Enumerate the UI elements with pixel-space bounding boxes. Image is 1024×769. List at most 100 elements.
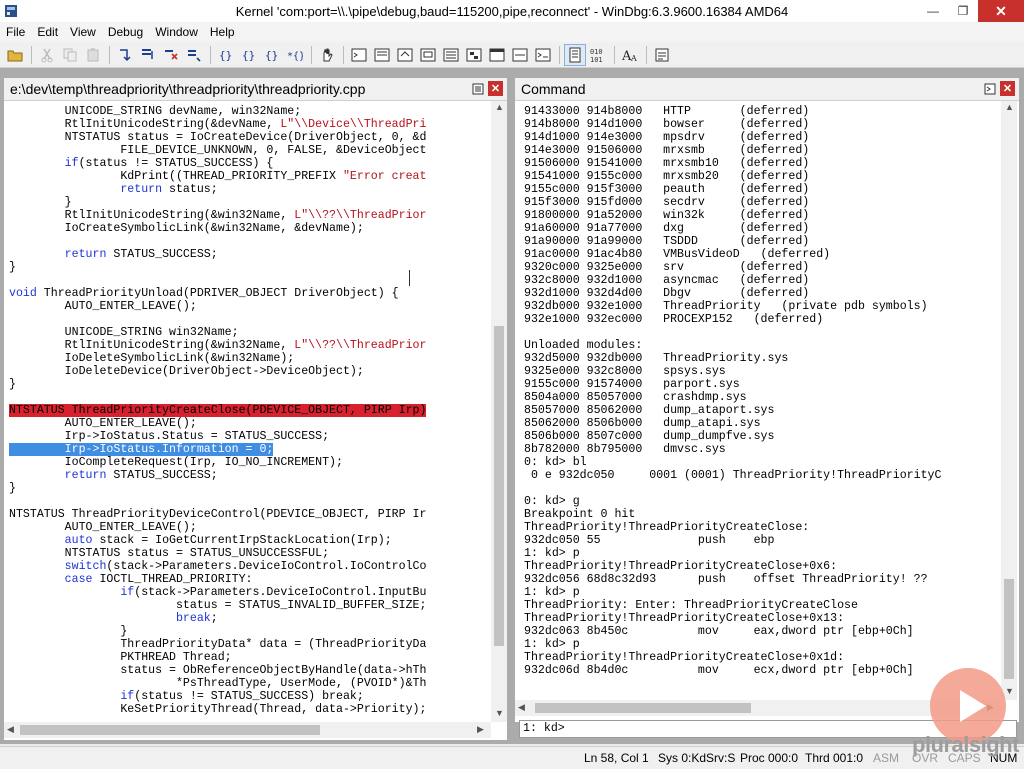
command-vertical-scroll-thumb[interactable] bbox=[1004, 579, 1014, 679]
source-line[interactable]: status = STATUS_INVALID_BUFFER_SIZE; bbox=[9, 599, 489, 612]
menu-edit[interactable]: Edit bbox=[31, 25, 64, 39]
source-line[interactable]: Irp->IoStatus.Status = STATUS_SUCCESS; bbox=[9, 430, 489, 443]
source-line[interactable]: auto stack = IoGetCurrentIrpStackLocatio… bbox=[9, 534, 489, 547]
menu-help[interactable]: Help bbox=[204, 25, 241, 39]
source-horizontal-scrollbar[interactable]: ◀ ▶ bbox=[4, 722, 491, 738]
source-line[interactable]: if(status != STATUS_SUCCESS) break; bbox=[9, 690, 489, 703]
source-line[interactable]: if(status != STATUS_SUCCESS) { bbox=[9, 157, 489, 170]
scroll-down-arrow-icon[interactable]: ▼ bbox=[495, 708, 504, 718]
source-line[interactable]: NTSTATUS status = STATUS_UNSUCCESSFUL; bbox=[9, 547, 489, 560]
locals-window-icon[interactable] bbox=[394, 44, 416, 66]
source-vertical-scroll-thumb[interactable] bbox=[494, 326, 504, 646]
menu-file[interactable]: File bbox=[0, 25, 31, 39]
source-line[interactable]: RtlInitUnicodeString(&win32Name, L"\\??\… bbox=[9, 339, 489, 352]
call-stack-window-icon[interactable] bbox=[463, 44, 485, 66]
source-line[interactable] bbox=[9, 391, 489, 404]
font-icon[interactable]: AA bbox=[619, 44, 641, 66]
source-line[interactable]: } bbox=[9, 482, 489, 495]
source-line[interactable]: *PsThreadType, UserMode, (PVOID*)&Th bbox=[9, 677, 489, 690]
open-folder-icon[interactable] bbox=[4, 44, 26, 66]
command-horizontal-scroll-thumb[interactable] bbox=[535, 703, 751, 713]
scratch-pad-icon[interactable] bbox=[509, 44, 531, 66]
source-line[interactable]: KdPrint((THREAD_PRIORITY_PREFIX "Error c… bbox=[9, 170, 489, 183]
source-line[interactable]: NTSTATUS ThreadPriorityDeviceControl(PDE… bbox=[9, 508, 489, 521]
minimize-button[interactable]: — bbox=[918, 0, 948, 22]
step-over-braces-icon[interactable]: {} bbox=[238, 44, 260, 66]
memory-window-icon[interactable] bbox=[440, 44, 462, 66]
source-line[interactable]: IoCreateSymbolicLink(&win32Name, &devNam… bbox=[9, 222, 489, 235]
source-line[interactable] bbox=[9, 313, 489, 326]
command-window-menu-icon[interactable] bbox=[982, 81, 997, 96]
step-into-icon[interactable] bbox=[114, 44, 136, 66]
source-line[interactable] bbox=[9, 235, 489, 248]
source-line[interactable]: void ThreadPriorityUnload(PDRIVER_OBJECT… bbox=[9, 287, 489, 300]
source-horizontal-scroll-thumb[interactable] bbox=[20, 725, 320, 735]
source-line[interactable]: UNICODE_STRING devName, win32Name; bbox=[9, 105, 489, 118]
step-over-icon[interactable] bbox=[137, 44, 159, 66]
source-line[interactable]: RtlInitUnicodeString(&devName, L"\\Devic… bbox=[9, 118, 489, 131]
menu-window[interactable]: Window bbox=[149, 25, 204, 39]
source-line[interactable]: case IOCTL_THREAD_PRIORITY: bbox=[9, 573, 489, 586]
go-icon[interactable] bbox=[183, 44, 205, 66]
source-line[interactable]: switch(stack->Parameters.DeviceIoControl… bbox=[9, 560, 489, 573]
close-button[interactable]: ✕ bbox=[978, 0, 1024, 22]
source-vertical-scrollbar[interactable]: ▲ ▼ bbox=[491, 101, 507, 722]
source-mode-icon[interactable] bbox=[564, 43, 586, 66]
source-line[interactable]: status = ObReferenceObjectByHandle(data-… bbox=[9, 664, 489, 677]
source-line[interactable]: } bbox=[9, 196, 489, 209]
source-line[interactable]: UNICODE_STRING win32Name; bbox=[9, 326, 489, 339]
source-line[interactable]: } bbox=[9, 378, 489, 391]
command-vertical-scrollbar[interactable]: ▲ ▼ bbox=[1001, 101, 1017, 700]
command-output[interactable]: 91433000 914b8000 HTTP (deferred) 914b800… bbox=[524, 105, 996, 690]
source-line[interactable]: break; bbox=[9, 612, 489, 625]
source-line[interactable]: KeSetPriorityThread(Thread, data->Priori… bbox=[9, 703, 489, 716]
source-line[interactable]: IoDeleteSymbolicLink(&win32Name); bbox=[9, 352, 489, 365]
command-window-icon[interactable] bbox=[348, 44, 370, 66]
source-line[interactable]: } bbox=[9, 625, 489, 638]
source-line[interactable]: if(stack->Parameters.DeviceIoControl.Inp… bbox=[9, 586, 489, 599]
source-code-view[interactable]: UNICODE_STRING devName, win32Name; RtlIn… bbox=[9, 105, 489, 716]
source-line[interactable]: return STATUS_SUCCESS; bbox=[9, 469, 489, 482]
command-window-close-icon[interactable]: ✕ bbox=[1000, 81, 1015, 96]
source-line[interactable]: return status; bbox=[9, 183, 489, 196]
menu-debug[interactable]: Debug bbox=[102, 25, 149, 39]
watch-window-icon[interactable] bbox=[371, 44, 393, 66]
source-line[interactable]: PKTHREAD Thread; bbox=[9, 651, 489, 664]
scroll-up-arrow-icon[interactable]: ▲ bbox=[495, 102, 504, 112]
scroll-left-arrow-icon[interactable]: ◀ bbox=[7, 724, 14, 735]
source-window-menu-icon[interactable] bbox=[470, 81, 485, 96]
options-icon[interactable] bbox=[651, 44, 673, 66]
scroll-up-arrow-icon[interactable]: ▲ bbox=[1005, 102, 1014, 112]
source-line[interactable]: NTSTATUS ThreadPriorityCreateClose(PDEVI… bbox=[9, 404, 489, 417]
run-to-cursor-icon[interactable]: *{} bbox=[284, 44, 306, 66]
source-line[interactable]: NTSTATUS status = IoCreateDevice(DriverO… bbox=[9, 131, 489, 144]
source-line[interactable]: IoDeleteDevice(DriverObject->DeviceObjec… bbox=[9, 365, 489, 378]
hand-icon[interactable] bbox=[316, 44, 338, 66]
step-into-braces-icon[interactable]: {} bbox=[215, 44, 237, 66]
source-line[interactable]: return STATUS_SUCCESS; bbox=[9, 248, 489, 261]
scroll-right-arrow-icon[interactable]: ▶ bbox=[477, 724, 484, 735]
source-line[interactable]: AUTO_ENTER_LEAVE(); bbox=[9, 417, 489, 430]
source-line[interactable]: AUTO_ENTER_LEAVE(); bbox=[9, 300, 489, 313]
break-icon[interactable] bbox=[160, 44, 182, 66]
restore-button[interactable]: ❐ bbox=[948, 0, 978, 22]
scroll-left-arrow-icon[interactable]: ◀ bbox=[518, 702, 525, 713]
source-line[interactable]: IoCompleteRequest(Irp, IO_NO_INCREMENT); bbox=[9, 456, 489, 469]
processes-threads-icon[interactable] bbox=[532, 44, 554, 66]
source-line[interactable]: AUTO_ENTER_LEAVE(); bbox=[9, 521, 489, 534]
disassembly-window-icon[interactable] bbox=[486, 44, 508, 66]
copy-icon[interactable] bbox=[59, 44, 81, 66]
paste-icon[interactable] bbox=[82, 44, 104, 66]
source-line[interactable] bbox=[9, 274, 489, 287]
source-line[interactable] bbox=[9, 495, 489, 508]
source-line[interactable]: RtlInitUnicodeString(&win32Name, L"\\??\… bbox=[9, 209, 489, 222]
registers-window-icon[interactable] bbox=[417, 44, 439, 66]
source-line[interactable]: } bbox=[9, 261, 489, 274]
binary-mode-icon[interactable]: 010 101 bbox=[587, 44, 609, 66]
step-out-braces-icon[interactable]: {} bbox=[261, 44, 283, 66]
source-line[interactable]: ThreadPriorityData* data = (ThreadPriori… bbox=[9, 638, 489, 651]
cut-icon[interactable] bbox=[36, 44, 58, 66]
menu-view[interactable]: View bbox=[64, 25, 102, 39]
source-window-close-icon[interactable]: ✕ bbox=[488, 81, 503, 96]
source-line[interactable]: FILE_DEVICE_UNKNOWN, 0, FALSE, &DeviceOb… bbox=[9, 144, 489, 157]
